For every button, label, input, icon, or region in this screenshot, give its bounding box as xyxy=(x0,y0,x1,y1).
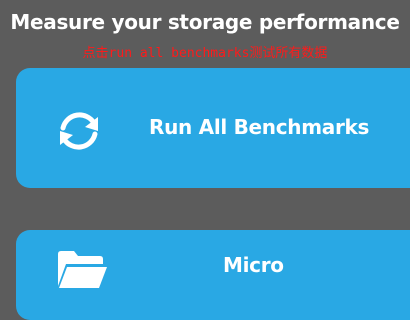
micro-button[interactable]: Micro xyxy=(16,230,410,320)
page-title: Measure your storage performance xyxy=(10,10,400,34)
run-all-benchmarks-button[interactable]: Run All Benchmarks xyxy=(16,68,410,188)
folder-icon xyxy=(58,251,107,288)
refresh-icon xyxy=(60,112,98,150)
instruction-annotation: 点击run all benchmarks测试所有数据 xyxy=(82,46,328,61)
micro-label: Micro xyxy=(223,253,284,277)
run-all-benchmarks-label: Run All Benchmarks xyxy=(149,115,370,139)
